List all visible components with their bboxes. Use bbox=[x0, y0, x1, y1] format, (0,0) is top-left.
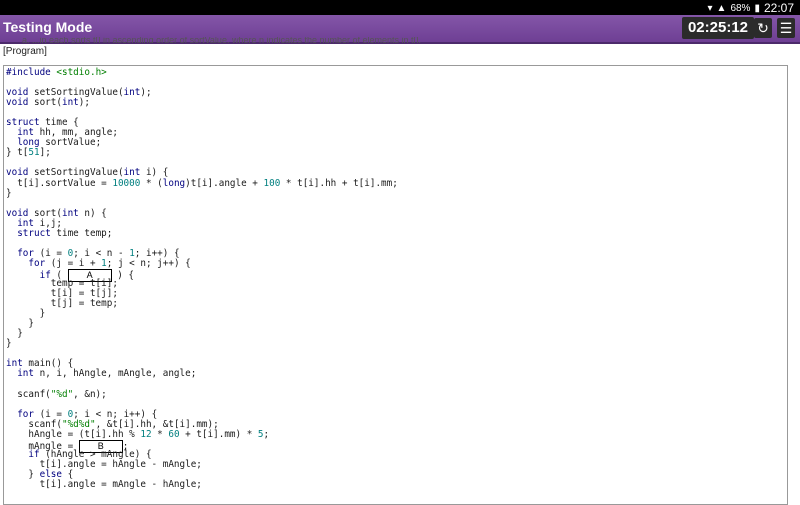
code-line: t[i].sortValue = 10000 * (long)t[i].angl… bbox=[6, 177, 398, 189]
code-line: } bbox=[6, 338, 12, 350]
menu-icon: ☰ bbox=[779, 20, 793, 36]
code-line: void sort(int n) { bbox=[6, 207, 107, 219]
program-label: [Program] bbox=[3, 46, 47, 57]
code-line: } t[51]; bbox=[6, 147, 51, 159]
page-title: Testing Mode bbox=[3, 19, 93, 35]
code-line: t[i].angle = mAngle - hAngle; bbox=[6, 478, 202, 490]
instruction-text: a. ...in each sorts t[] in ascending ord… bbox=[22, 37, 422, 43]
code-line: hAngle = (t[i].hh % 12 * 60 + t[i].mm) *… bbox=[6, 428, 270, 440]
wifi-icon: ▾ bbox=[707, 2, 713, 14]
status-bar: ▾ ▲ 68% ▮ 22:07 bbox=[0, 0, 800, 15]
code-line: void setSortingValue(int i) { bbox=[6, 167, 169, 179]
code-line: int n, i, hAngle, mAngle, angle; bbox=[17, 368, 197, 380]
status-clock: 22:07 bbox=[763, 1, 794, 15]
refresh-icon: ↻ bbox=[757, 20, 769, 36]
code-line: long sortValue; bbox=[17, 137, 102, 149]
code-line: for (j = i + 1; j < n; j++) { bbox=[28, 257, 191, 269]
code-line: t[j] = temp; bbox=[6, 298, 118, 310]
battery-icon: ▮ bbox=[754, 2, 760, 14]
exam-timer: 02:25:12 bbox=[681, 17, 754, 39]
code-line: void sort(int); bbox=[6, 97, 90, 109]
signal-icon: ▲ bbox=[716, 2, 727, 14]
battery-percent: 68% bbox=[730, 2, 751, 14]
refresh-button[interactable]: ↻ bbox=[754, 18, 772, 38]
code-listing: #include <stdio.h>​void setSortingValue(… bbox=[6, 67, 398, 490]
code-line: #include <stdio.h> bbox=[6, 67, 107, 78]
code-line: scanf("%d", &n); bbox=[6, 388, 107, 400]
code-line: struct time temp; bbox=[17, 227, 113, 239]
code-line: } bbox=[6, 328, 23, 340]
code-line: } bbox=[6, 318, 34, 330]
code-line: } bbox=[6, 187, 12, 199]
code-line: } bbox=[6, 308, 46, 320]
code-panel: #include <stdio.h>​void setSortingValue(… bbox=[3, 65, 788, 505]
menu-button[interactable]: ☰ bbox=[777, 18, 795, 38]
